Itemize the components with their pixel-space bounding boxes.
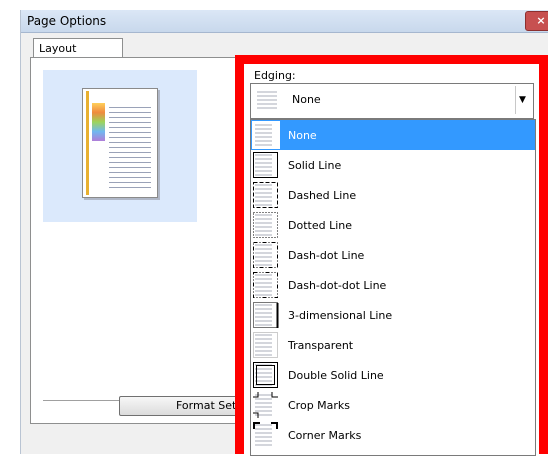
edging-label: Edging: <box>254 69 296 82</box>
edge-dotted-icon <box>252 211 280 239</box>
preview-page-icon <box>82 88 158 198</box>
edge-3d-icon <box>252 301 280 329</box>
edge-none-icon <box>254 87 280 113</box>
edging-option[interactable]: Dash-dot Line <box>251 240 535 270</box>
edging-option-label: Solid Line <box>288 159 342 172</box>
window-title: Page Options <box>27 14 107 28</box>
close-icon: × <box>536 14 546 27</box>
tab-layout-options[interactable]: Layout Options <box>33 38 123 68</box>
close-button[interactable]: × <box>525 11 548 31</box>
edging-options-list[interactable]: None Solid Line Dashed Line Dotted Line Dash… <box>250 119 536 456</box>
edging-option[interactable]: Dotted Line <box>251 210 535 240</box>
page-preview <box>43 70 197 222</box>
edging-option[interactable]: None <box>251 120 535 150</box>
chevron-down-icon: ▼ <box>519 95 526 105</box>
edging-option[interactable]: Crop Marks <box>251 390 535 420</box>
edge-solid-icon <box>252 151 280 179</box>
edge-cornermarks-icon <box>252 421 280 449</box>
edge-dashed-icon <box>252 181 280 209</box>
edging-option-label: None <box>288 129 317 142</box>
edging-option-label: Dash-dot-dot Line <box>288 279 387 292</box>
edging-option-label: Dashed Line <box>288 189 357 202</box>
edging-option-label: Crop Marks <box>288 399 351 412</box>
edging-option[interactable]: Dashed Line <box>251 180 535 210</box>
edging-dropdown[interactable]: None ▼ <box>250 83 534 119</box>
edging-option-label: Dash-dot Line <box>288 249 365 262</box>
edging-option-label: Double Solid Line <box>288 369 384 382</box>
edging-option[interactable]: Dash-dot-dot Line <box>251 270 535 300</box>
edging-option[interactable]: 3-dimensional Line <box>251 300 535 330</box>
edge-none-icon <box>252 121 280 149</box>
title-bar: Page Options × <box>21 10 548 33</box>
edging-option[interactable]: Solid Line <box>251 150 535 180</box>
edge-dashdot-icon <box>252 241 280 269</box>
edge-dashdotdot-icon <box>252 271 280 299</box>
edging-selected-value: None <box>292 93 321 106</box>
edging-section: Edging: None ▼ None Solid Line Dashed Line… <box>244 64 539 456</box>
edging-option[interactable]: Double Solid Line <box>251 360 535 390</box>
edging-option-label: 3-dimensional Line <box>288 309 393 322</box>
edging-option[interactable]: Corner Marks <box>251 420 535 450</box>
edging-option[interactable]: Transparent <box>251 330 535 360</box>
edge-cropmarks-icon <box>252 391 280 419</box>
edge-transparent-icon <box>252 331 280 359</box>
edging-option-label: Transparent <box>288 339 354 352</box>
edging-option-label: Dotted Line <box>288 219 352 232</box>
dropdown-arrow-button[interactable]: ▼ <box>515 86 531 114</box>
edging-option-label: Corner Marks <box>288 429 362 442</box>
edge-double-icon <box>252 361 280 389</box>
